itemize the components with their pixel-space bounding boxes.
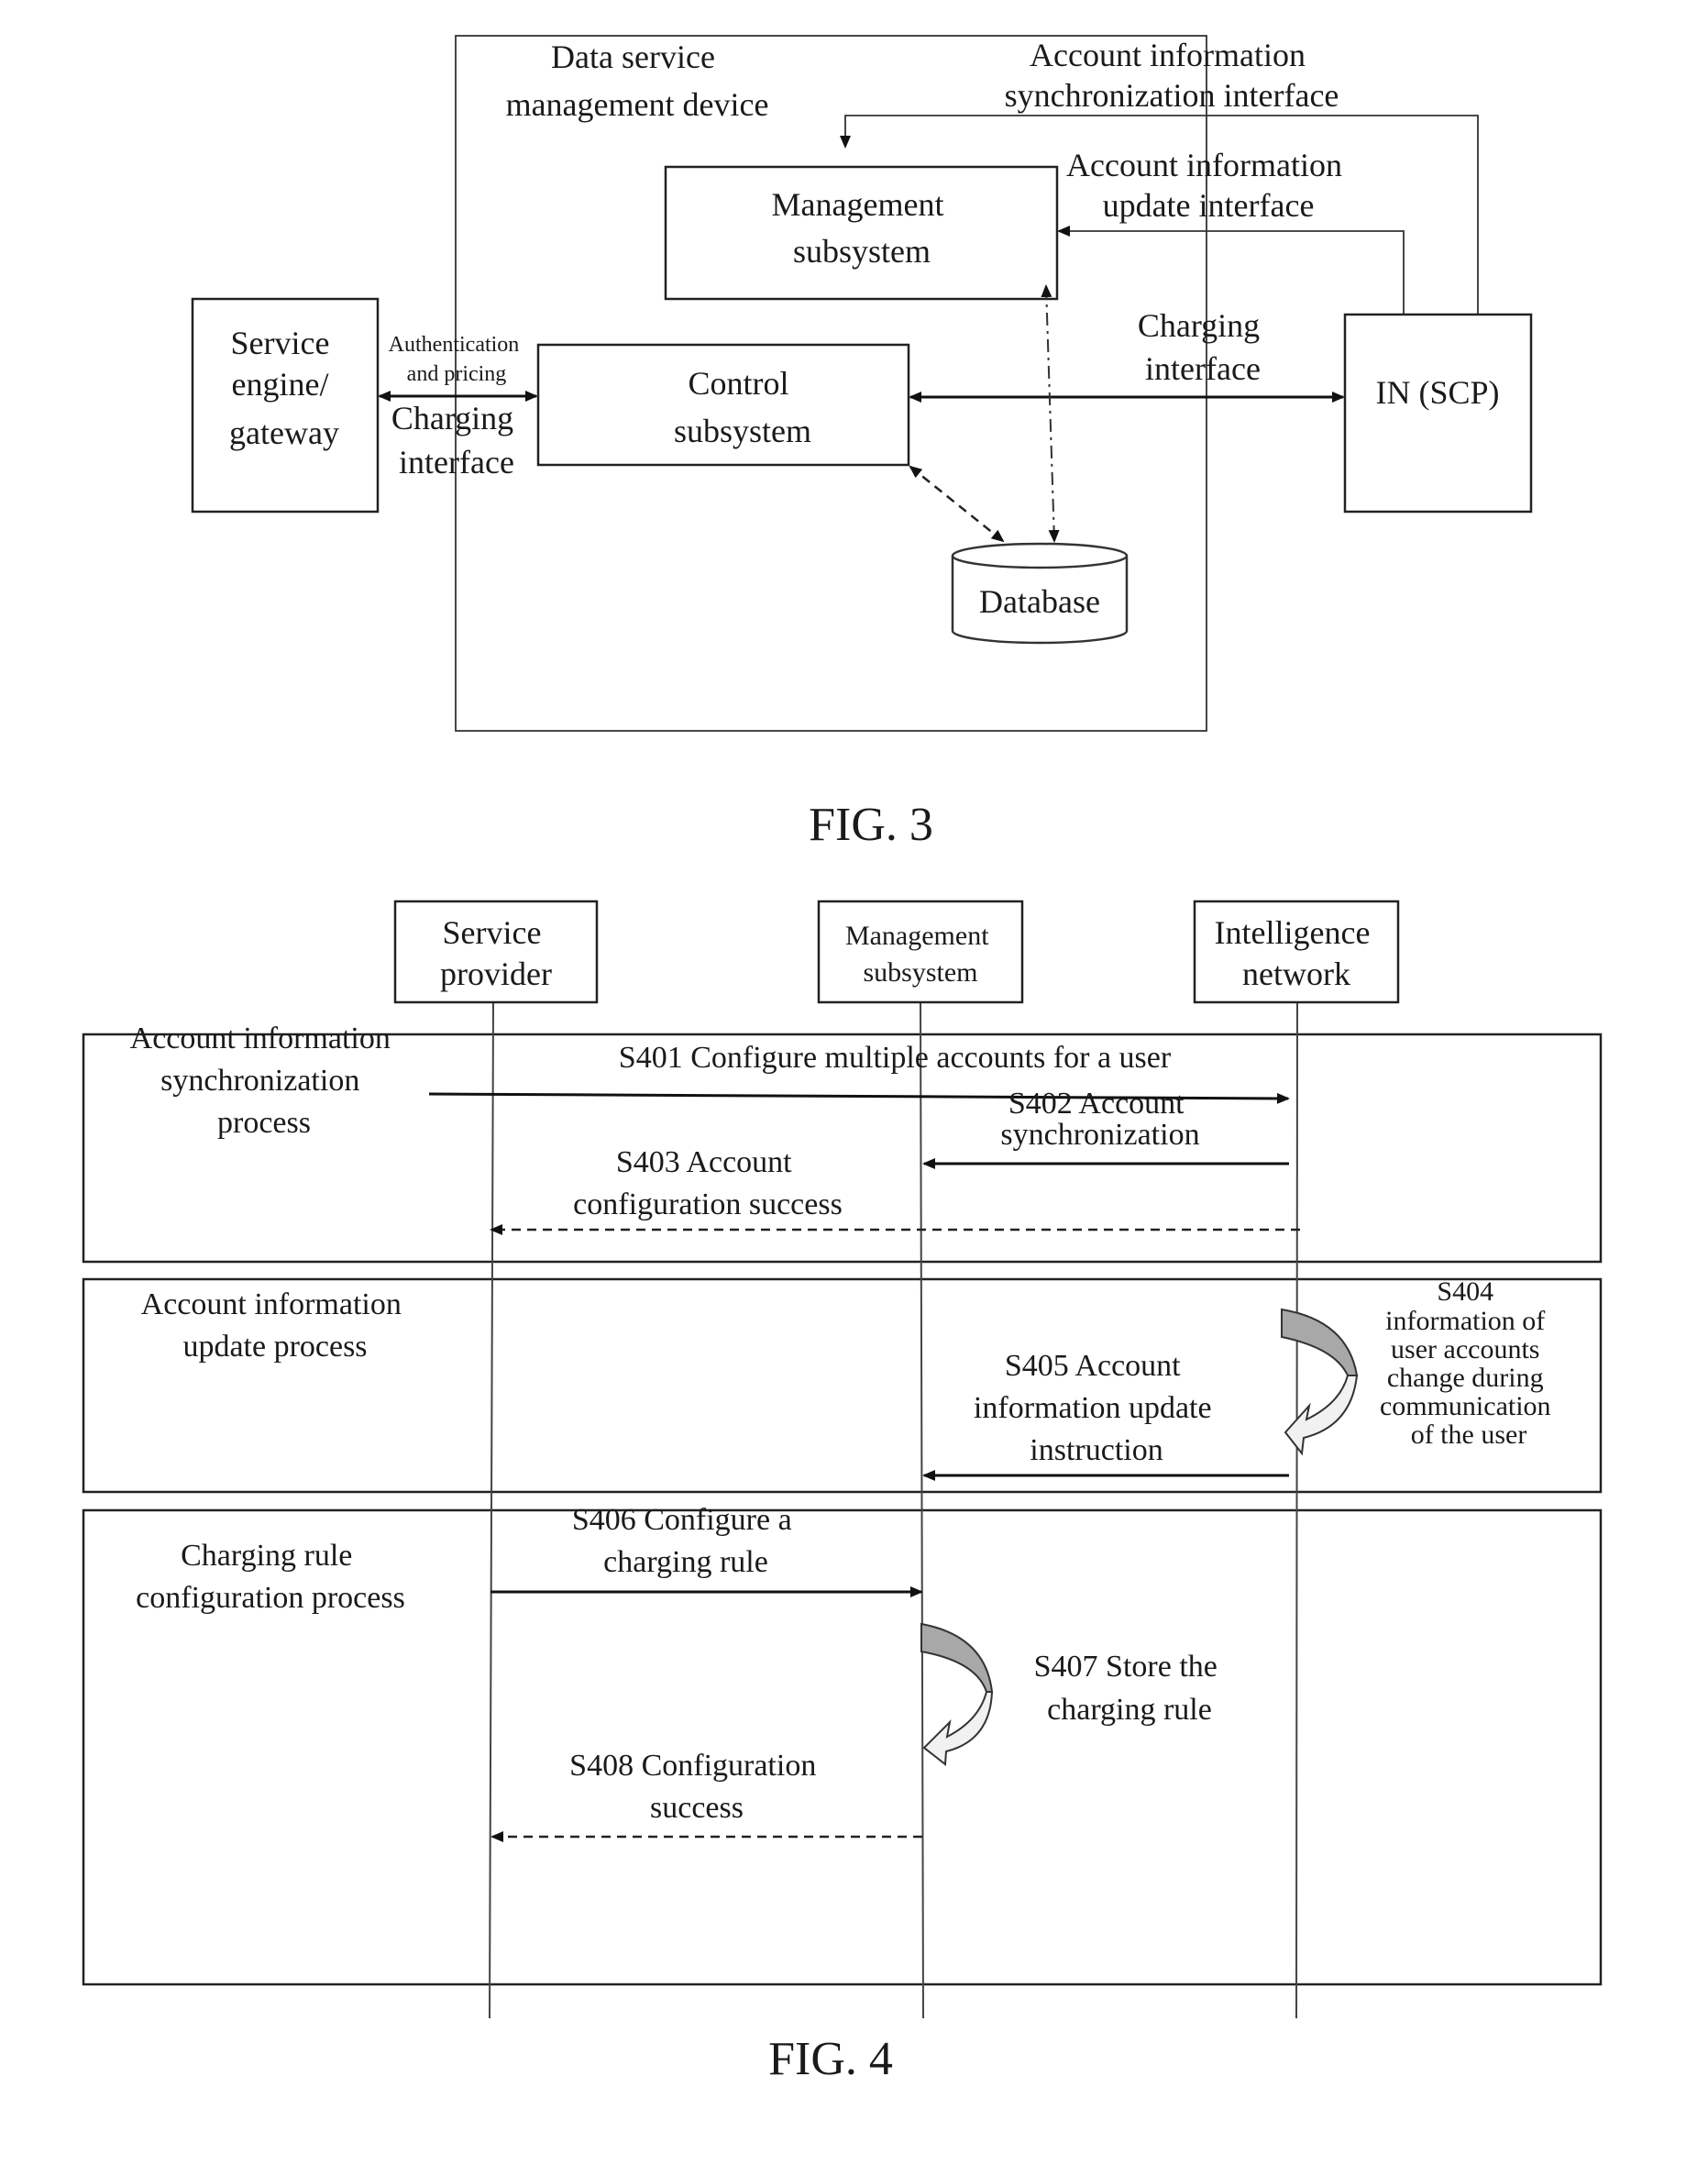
intelligence-network-lifeline — [1295, 1001, 1298, 2019]
fig4: Service provider Management subsystem In… — [82, 900, 1603, 2085]
right-charging-interface-label: Charging interface — [1138, 307, 1268, 387]
container-title: Data service management device — [506, 39, 769, 123]
fig3: Data service management device Account i… — [191, 35, 1533, 851]
update-interface-arrow — [1057, 226, 1405, 315]
left-charging-interface-label: Charging interface — [391, 400, 522, 480]
s401-label: S401 Configure multiple accounts for a u… — [619, 1041, 1172, 1075]
update-interface-label: Account information update interface — [1066, 147, 1350, 224]
service-engine-gateway-label: Service engine/ gateway — [229, 325, 339, 451]
mgmt-database-dashed-arrow — [1041, 284, 1060, 543]
patent-figures: Data service management device Account i… — [82, 35, 1603, 2085]
in-scp-label: IN (SCP) — [1375, 374, 1499, 411]
fig4-caption: FIG. 4 — [768, 2033, 893, 2085]
fig3-caption: FIG. 3 — [809, 799, 933, 851]
s402-label: S402 Account synchronization — [1000, 1087, 1199, 1152]
database-label: Database — [979, 583, 1100, 620]
sync-interface-label: Account information synchronization inte… — [1005, 37, 1339, 114]
control-database-dashed-arrow — [909, 465, 1005, 543]
in-scp-box — [1343, 313, 1533, 514]
auth-pricing-label: Authentication and pricing — [389, 333, 525, 386]
